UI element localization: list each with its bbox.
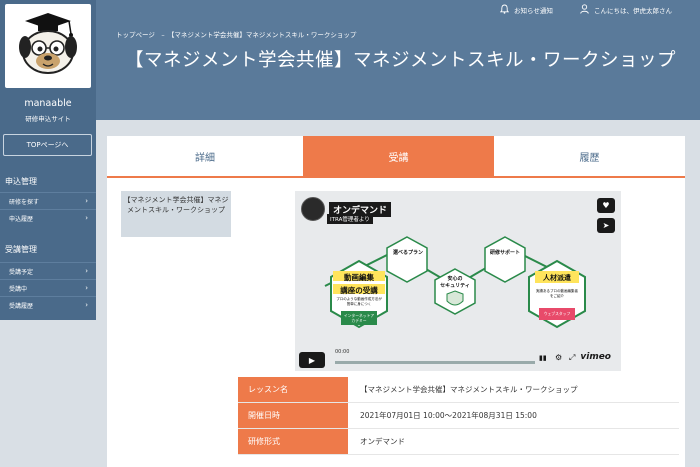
play-icon: ▶ (308, 355, 316, 365)
main-content: 詳細 受講 履歴 【マネジメント学会共催】マネジメントスキル・ワークショップ 動… (107, 136, 685, 467)
chevron-right-icon: › (85, 284, 88, 292)
channel-avatar[interactable] (301, 197, 325, 221)
heart-icon: ♥ (602, 201, 610, 210)
site-name: manaable (24, 98, 72, 109)
play-button[interactable]: ▶ (299, 352, 325, 368)
hex-support-label: 研修サポート (489, 250, 520, 256)
video-player[interactable]: 動画編集 講座の受講 プロのような動画作成方法が簡単に身につく インターネットア… (295, 191, 621, 371)
sidebar-item-attendance-history[interactable]: 受講履歴 › (0, 296, 96, 313)
sidebar-item-label: 受講中 (9, 285, 28, 293)
lesson-info-table: レッスン名 【マネジメント学会共催】マネジメントスキル・ワークショップ 開催日時… (238, 377, 679, 455)
top-page-button[interactable]: TOPページへ (3, 134, 92, 156)
user-greeting: こんにちは、伊虎太郎さん (594, 7, 672, 15)
video-time: 00:00 (335, 349, 350, 355)
hex-heading-1: 動画編集 (344, 273, 374, 282)
chevron-right-icon: › (85, 197, 88, 205)
tab-history[interactable]: 履歴 (494, 136, 685, 176)
breadcrumb[interactable]: トップページ – 【マネジメント学会共催】マネジメントスキル・ワークショップ (116, 29, 356, 39)
hex-dispatch-label: 人材派遣 (543, 274, 571, 282)
tab-attend[interactable]: 受講 (303, 136, 494, 176)
info-value: オンデマンド (360, 437, 405, 446)
bell-icon (499, 4, 510, 16)
top-bar: お知らせ通知 こんにちは、伊虎太郎さん (96, 0, 700, 22)
info-label: 研修形式 (238, 429, 348, 454)
table-row: レッスン名 【マネジメント学会共催】マネジメントスキル・ワークショップ (238, 377, 679, 403)
info-value: 【マネジメント学会共催】マネジメントスキル・ワークショップ (360, 385, 578, 394)
hex-plan-label: 選べるプラン (392, 250, 423, 256)
section-title-attendance: 受講管理 (5, 245, 37, 254)
section-title-applications: 申込管理 (5, 177, 37, 186)
info-value: 2021年07月01日 10:00〜2021年08月31日 15:00 (360, 411, 537, 420)
table-row: 開催日時 2021年07月01日 10:00〜2021年08月31日 15:00 (238, 403, 679, 429)
hex-heading-2: 講座の受講 (340, 286, 378, 295)
sidebar-item-in-progress[interactable]: 受講中 › (0, 279, 96, 296)
chevron-right-icon: › (85, 301, 88, 309)
settings-icon[interactable]: ⚙ (555, 353, 562, 362)
webstaff-tag: ウェブスタッフ (543, 311, 571, 316)
table-row: 研修形式 オンデマンド (238, 429, 679, 455)
sidebar-item-application-history[interactable]: 申込履歴 › (0, 209, 96, 226)
sidebar-item-scheduled[interactable]: 受講予定 › (0, 262, 96, 279)
hex-security-label-2: セキュリティ (440, 283, 470, 289)
info-label: 開催日時 (238, 403, 348, 428)
hex-subtext: プロのような動画作成方法が簡単に身につく (336, 297, 382, 306)
send-icon: ➤ (602, 221, 610, 230)
video-byline[interactable]: ITRA管理者より (327, 214, 373, 224)
course-card[interactable]: 【マネジメント学会共催】マネジメントスキル・ワークショップ (121, 191, 231, 237)
volume-icon[interactable]: ▮▮ (539, 354, 547, 362)
hex-security-label-1: 安心の (447, 276, 463, 282)
academy-tag: インターネットアカデミー (343, 313, 375, 323)
share-button[interactable]: ➤ (597, 218, 615, 233)
like-button[interactable]: ♥ (597, 198, 615, 213)
page-title: 【マネジメント学会共催】マネジメントスキル・ワークショップ (125, 50, 677, 71)
tab-details[interactable]: 詳細 (107, 136, 303, 176)
sidebar-item-label: 研修を探す (9, 198, 40, 206)
info-label: レッスン名 (238, 377, 348, 402)
vimeo-logo[interactable]: vimeo (580, 352, 611, 362)
notification-link[interactable]: お知らせ通知 (499, 4, 553, 16)
site-subtitle: 研修申込サイト (25, 115, 71, 123)
page-header: トップページ – 【マネジメント学会共催】マネジメントスキル・ワークショップ 【… (96, 22, 700, 120)
notification-label: お知らせ通知 (514, 7, 553, 15)
sidebar-item-label: 申込履歴 (9, 215, 34, 223)
sidebar: manaable 研修申込サイト TOPページへ 申込管理 研修を探す › 申込… (0, 0, 96, 320)
sidebar-item-label: 受講予定 (9, 268, 34, 276)
chevron-right-icon: › (85, 214, 88, 222)
user-menu[interactable]: こんにちは、伊虎太郎さん (580, 4, 672, 16)
site-logo[interactable] (5, 4, 91, 88)
sidebar-item-search-training[interactable]: 研修を探す › (0, 192, 96, 209)
fullscreen-icon[interactable]: ⤢ (569, 353, 575, 363)
dispatch-subtext: 実績あるプロの動画編集者をご紹介 (536, 289, 578, 298)
video-progress-bar[interactable] (335, 361, 535, 364)
user-icon (580, 4, 589, 16)
sidebar-item-label: 受講履歴 (9, 302, 34, 310)
chevron-right-icon: › (85, 267, 88, 275)
tab-underline (107, 176, 685, 178)
